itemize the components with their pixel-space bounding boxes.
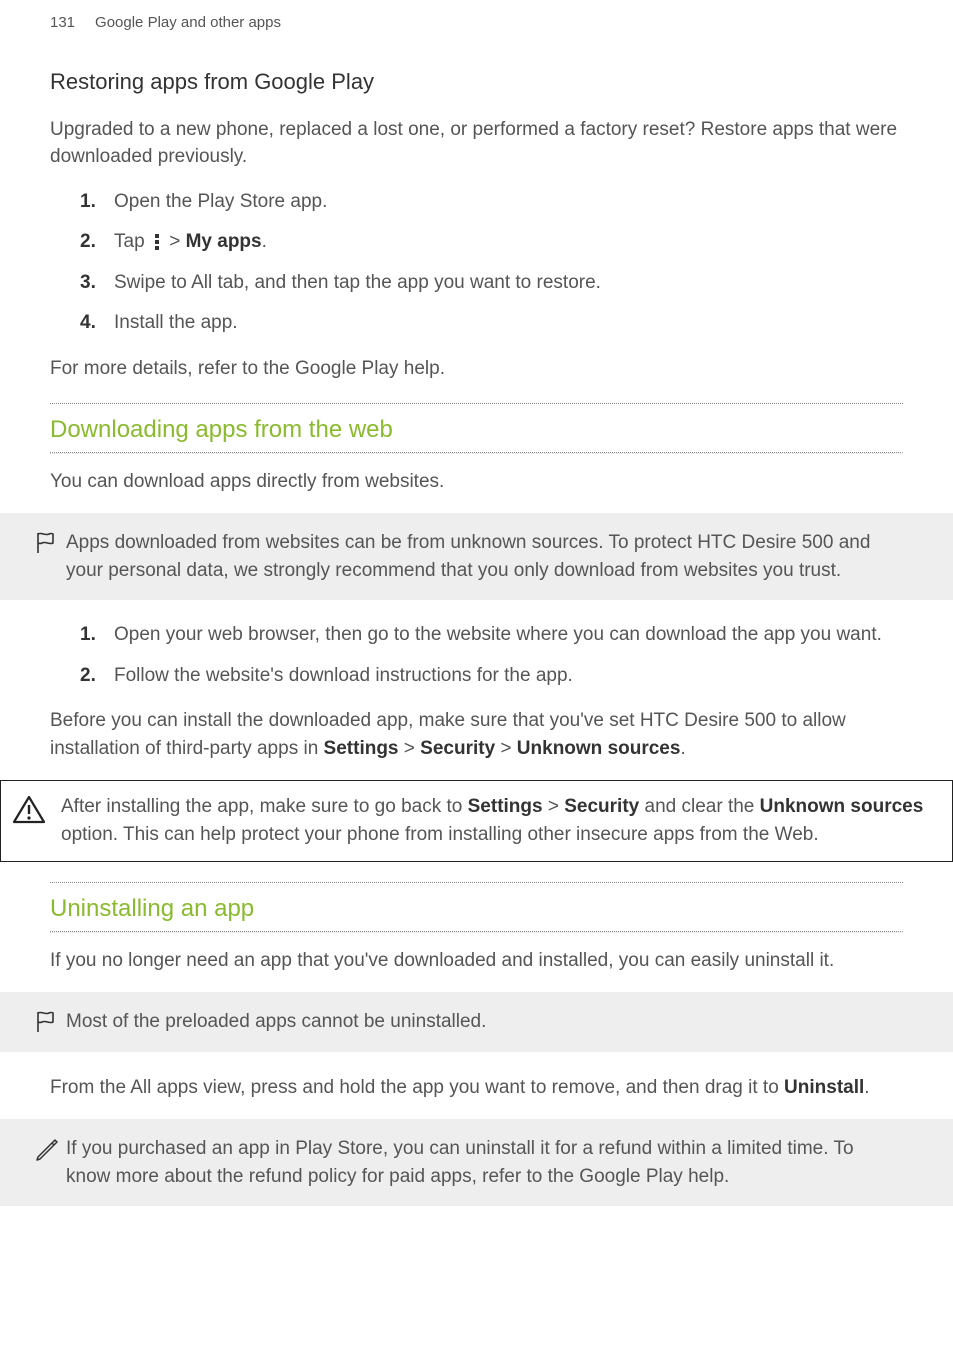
s2-outro: Before you can install the downloaded ap… bbox=[50, 707, 903, 762]
page-number: 131 bbox=[50, 12, 75, 35]
note-text: Most of the preloaded apps cannot be uni… bbox=[62, 1008, 526, 1036]
section-title-restoring: Restoring apps from Google Play bbox=[50, 65, 903, 98]
note-unknown-sources: Apps downloaded from websites can be fro… bbox=[0, 513, 953, 600]
s1-steps: Open the Play Store app. Tap > My apps. … bbox=[80, 189, 903, 337]
s2-steps: Open your web browser, then go to the we… bbox=[80, 622, 903, 689]
overflow-menu-icon bbox=[152, 233, 162, 251]
page-content: Restoring apps from Google Play Upgraded… bbox=[0, 35, 953, 1249]
s3-body: From the All apps view, press and hold t… bbox=[50, 1074, 903, 1102]
s3-intro: If you no longer need an app that you've… bbox=[50, 947, 903, 975]
s2-heading: Downloading apps from the web bbox=[50, 412, 903, 454]
s2-intro: You can download apps directly from webs… bbox=[50, 468, 903, 496]
s2-step1: Open your web browser, then go to the we… bbox=[80, 622, 903, 649]
warning-icon bbox=[12, 795, 46, 825]
section-title-uninstalling: Uninstalling an app bbox=[50, 895, 262, 922]
s1-intro: Upgraded to a new phone, replaced a lost… bbox=[50, 116, 903, 171]
s1-step4: Install the app. bbox=[80, 310, 903, 337]
note-text: Apps downloaded from websites can be fro… bbox=[62, 529, 939, 584]
divider bbox=[50, 403, 903, 404]
s1-step3: Swipe to All tab, and then tap the app y… bbox=[80, 270, 903, 297]
page-header: 131 Google Play and other apps bbox=[0, 0, 953, 35]
warning-text: After installing the app, make sure to g… bbox=[61, 793, 938, 848]
warning-unknown-sources: After installing the app, make sure to g… bbox=[0, 780, 953, 861]
s2-step2: Follow the website's download instructio… bbox=[80, 663, 903, 690]
flag-icon bbox=[35, 531, 57, 555]
note-preloaded: Most of the preloaded apps cannot be uni… bbox=[0, 992, 953, 1052]
s1-outro: For more details, refer to the Google Pl… bbox=[50, 355, 903, 383]
s1-step2: Tap > My apps. bbox=[80, 229, 903, 256]
divider bbox=[50, 452, 903, 454]
tip-text: If you purchased an app in Play Store, y… bbox=[62, 1135, 939, 1190]
divider bbox=[50, 882, 903, 883]
chapter-title: Google Play and other apps bbox=[95, 12, 281, 35]
s3-heading: Uninstalling an app bbox=[50, 891, 903, 933]
pencil-icon bbox=[32, 1137, 60, 1165]
tip-refund: If you purchased an app in Play Store, y… bbox=[0, 1119, 953, 1206]
flag-icon bbox=[35, 1010, 57, 1034]
s1-step1: Open the Play Store app. bbox=[80, 189, 903, 216]
section-title-downloading: Downloading apps from the web bbox=[50, 416, 401, 443]
divider bbox=[50, 931, 903, 933]
